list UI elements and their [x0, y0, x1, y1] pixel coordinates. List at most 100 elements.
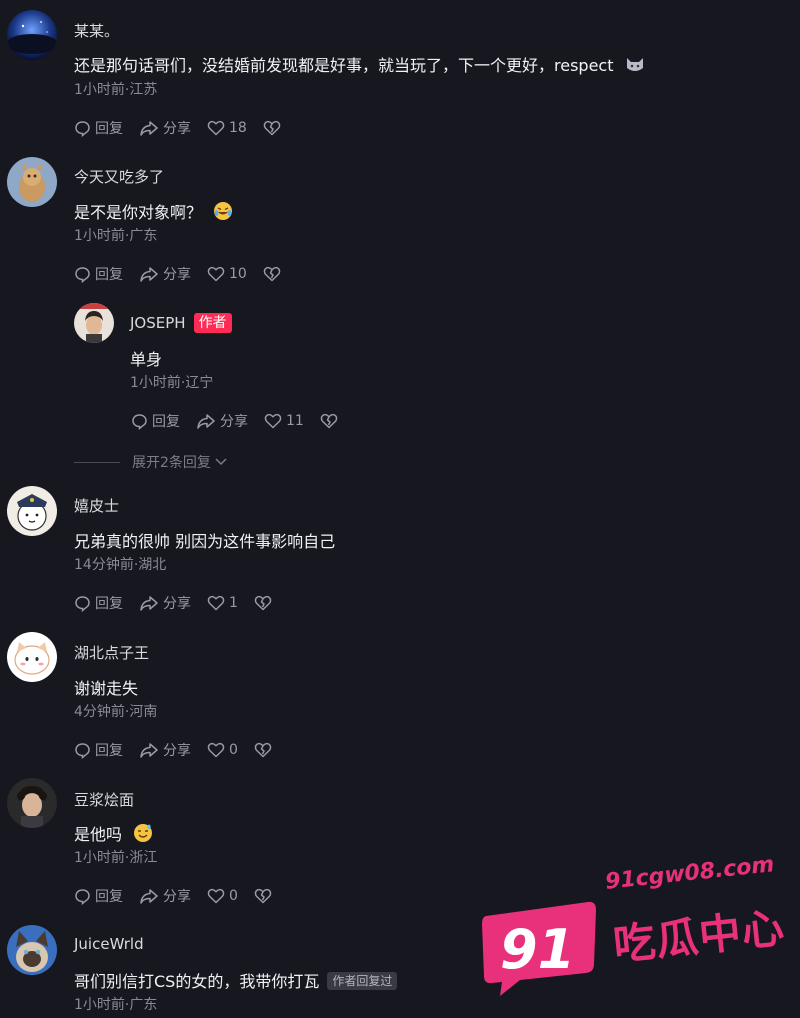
comment-meta: 1小时前·江苏	[74, 82, 158, 98]
like-count: 0	[229, 742, 238, 758]
expand-replies-button[interactable]: 展开2条回复	[74, 452, 229, 472]
dislike-button[interactable]	[320, 413, 338, 429]
dislike-button[interactable]	[254, 742, 272, 758]
like-button[interactable]: 1	[207, 595, 238, 611]
comment-text-content: 哥们别信打CS的女的，我带你打瓦	[74, 972, 320, 991]
comment-text: 哥们别信打CS的女的，我带你打瓦 作者回复过	[74, 968, 398, 992]
user-avatar[interactable]	[7, 925, 57, 975]
logo-speech-bubble-icon: 91	[482, 901, 596, 996]
comment-actions: 回复 分享 10	[74, 264, 297, 284]
share-arrow-icon	[140, 742, 158, 758]
share-arrow-icon	[140, 266, 158, 282]
comment-username[interactable]: 嬉皮士	[74, 495, 119, 516]
user-avatar[interactable]	[7, 486, 57, 536]
heart-icon	[264, 413, 282, 429]
speech-bubble-icon	[75, 888, 90, 905]
sweating-emoji-icon	[133, 823, 153, 847]
comment-actions: 回复 分享 18	[74, 118, 297, 138]
comment-username[interactable]: JuiceWrld	[74, 935, 144, 953]
watermark-url: 91cgw08.com	[604, 852, 776, 895]
speech-bubble-icon	[75, 266, 90, 283]
user-avatar[interactable]	[74, 303, 114, 343]
comment-username[interactable]: 某某。	[74, 20, 119, 41]
speech-bubble-icon	[75, 595, 90, 612]
heart-icon	[207, 595, 225, 611]
comment-text-content: 还是那句话哥们，没结婚前发现都是好事，就当玩了，下一个更好，respect	[74, 56, 614, 75]
like-button[interactable]: 10	[207, 266, 247, 282]
user-avatar[interactable]	[7, 632, 57, 682]
comments-page: 某某。 还是那句话哥们，没结婚前发现都是好事，就当玩了，下一个更好，respec…	[0, 0, 800, 1018]
dislike-button[interactable]	[254, 888, 272, 904]
dislike-button[interactable]	[254, 595, 272, 611]
reply-username: JOSEPH 作者	[130, 313, 232, 333]
author-badge: 作者	[193, 313, 232, 333]
reply-text: 单身	[130, 350, 163, 369]
share-button[interactable]: 分享	[139, 740, 191, 760]
like-button[interactable]: 0	[207, 742, 238, 758]
heart-icon	[207, 742, 225, 758]
reply-button[interactable]: 回复	[74, 593, 123, 613]
share-button[interactable]: 分享	[139, 118, 191, 138]
share-arrow-icon	[140, 120, 158, 136]
reply-button[interactable]: 回复	[74, 264, 123, 284]
watermark: 91 91cgw08.com 吃瓜中心	[480, 852, 787, 998]
share-button[interactable]: 分享	[139, 593, 191, 613]
broken-heart-icon	[320, 413, 338, 429]
share-label: 分享	[163, 889, 191, 905]
broken-heart-icon	[263, 266, 281, 282]
comment-username[interactable]: 豆浆烩面	[74, 789, 134, 810]
reply-meta: 1小时前·辽宁	[130, 375, 214, 391]
comment-username[interactable]: 湖北点子王	[74, 642, 149, 663]
user-avatar[interactable]	[7, 778, 57, 828]
share-button[interactable]: 分享	[139, 886, 191, 906]
comment-meta: 1小时前·广东	[74, 997, 158, 1013]
share-label: 分享	[220, 414, 248, 430]
chevron-down-icon	[215, 458, 227, 466]
speech-bubble-icon	[132, 413, 147, 430]
like-button[interactable]: 18	[207, 120, 247, 136]
watermark-name: 吃瓜中心	[610, 902, 788, 970]
heart-icon	[207, 266, 225, 282]
comment-text-content: 是不是你对象啊？	[74, 203, 203, 222]
user-avatar[interactable]	[7, 157, 57, 207]
user-avatar[interactable]	[7, 10, 57, 60]
author-replied-badge: 作者回复过	[327, 972, 398, 990]
share-label: 分享	[163, 121, 191, 137]
reply-button[interactable]: 回复	[74, 740, 123, 760]
like-count: 11	[286, 413, 304, 429]
reply-username-text[interactable]: JOSEPH	[130, 314, 186, 332]
reply-label: 回复	[95, 267, 123, 283]
reply-button[interactable]: 回复	[74, 886, 123, 906]
dislike-button[interactable]	[263, 120, 281, 136]
share-button[interactable]: 分享	[139, 264, 191, 284]
like-button[interactable]: 11	[264, 413, 304, 429]
comment-username[interactable]: 今天又吃多了	[74, 166, 164, 187]
reply-label: 回复	[95, 889, 123, 905]
comment-actions: 回复 分享 0	[74, 886, 288, 906]
reply-label: 回复	[95, 743, 123, 759]
comment-meta: 1小时前·广东	[74, 228, 158, 244]
heart-icon	[207, 120, 225, 136]
laughing-crying-emoji-icon	[213, 201, 233, 225]
comment-text: 还是那句话哥们，没结婚前发现都是好事，就当玩了，下一个更好，respect	[74, 52, 645, 78]
comment-text: 谢谢走失	[74, 679, 139, 698]
comment-meta: 1小时前·浙江	[74, 850, 158, 866]
broken-heart-icon	[254, 888, 272, 904]
broken-heart-icon	[263, 120, 281, 136]
reply-label: 回复	[152, 414, 180, 430]
comment-actions: 回复 分享 0	[74, 740, 288, 760]
comment-text: 兄弟真的很帅 别因为这件事影响自己	[74, 532, 336, 551]
dislike-button[interactable]	[263, 266, 281, 282]
comment-text-content: 是他吗	[74, 825, 123, 844]
logo-number: 91	[500, 918, 575, 981]
reply-button[interactable]: 回复	[131, 411, 180, 431]
share-button[interactable]: 分享	[196, 411, 248, 431]
share-arrow-icon	[140, 595, 158, 611]
comment-meta: 14分钟前·湖北	[74, 557, 167, 573]
reply-button[interactable]: 回复	[74, 118, 123, 138]
expand-replies-label: 展开2条回复	[132, 455, 211, 471]
like-count: 18	[229, 120, 247, 136]
like-button[interactable]: 0	[207, 888, 238, 904]
like-count: 1	[229, 595, 238, 611]
reply-label: 回复	[95, 596, 123, 612]
